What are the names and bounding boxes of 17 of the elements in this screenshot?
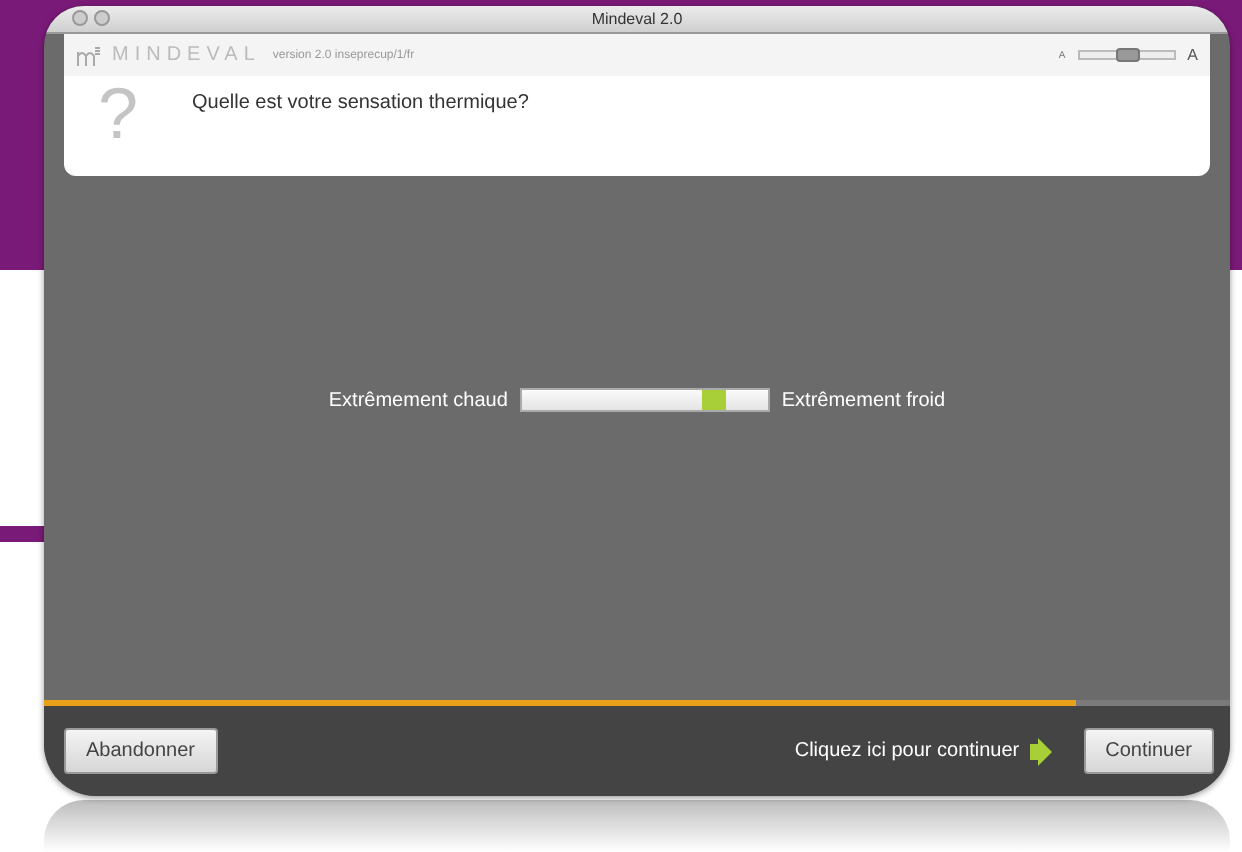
app-logo: MINDEVAL	[112, 44, 261, 66]
slider-thumb[interactable]	[1116, 48, 1141, 62]
window-title: Mindeval 2.0	[591, 10, 683, 28]
scale-slider[interactable]	[519, 388, 770, 412]
arrow-icon[interactable]	[1027, 737, 1052, 765]
scale-left-label: Extrêmement chaud	[328, 389, 508, 411]
logo-icon	[76, 45, 100, 65]
scale-right-label: Extrêmement froid	[781, 389, 946, 411]
abandon-button[interactable]: Abandonner	[64, 728, 217, 774]
continue-hint[interactable]: Cliquez ici pour continuer	[794, 740, 1020, 762]
question-mark: ?	[95, 78, 141, 150]
continue-button[interactable]: Continuer	[1083, 728, 1214, 774]
question-text: Quelle est votre sensation thermique?	[192, 92, 529, 114]
font-size-slider[interactable]	[1077, 50, 1176, 60]
background-stripe	[0, 526, 44, 542]
slider-thumb[interactable]	[701, 390, 726, 410]
large-font-label: A	[1187, 46, 1198, 64]
